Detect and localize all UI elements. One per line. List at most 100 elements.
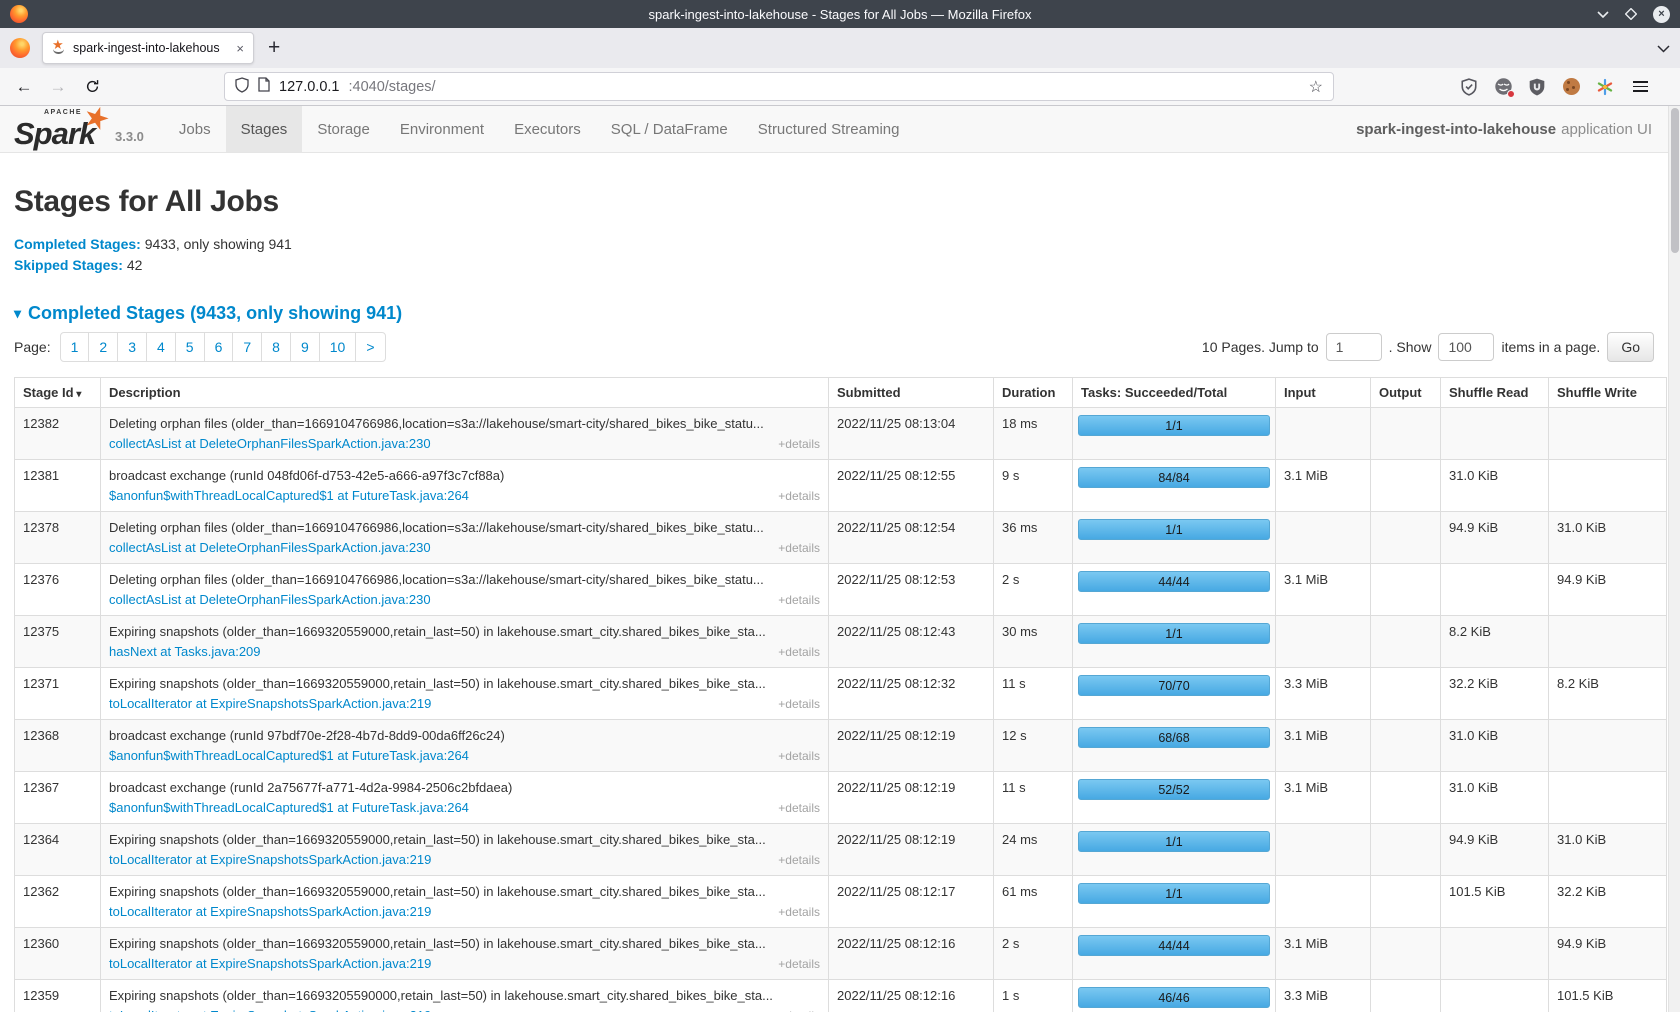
page-button-3[interactable]: 3	[117, 332, 147, 362]
details-toggle[interactable]: +details	[778, 437, 820, 451]
column-header-input[interactable]: Input	[1276, 378, 1371, 408]
stage-description: Expiring snapshots (older_than=166932055…	[109, 936, 820, 951]
duration-cell: 18 ms	[994, 408, 1073, 460]
bookmark-star-icon[interactable]: ☆	[1309, 77, 1323, 97]
nav-item-sql-dataframe[interactable]: SQL / DataFrame	[596, 106, 743, 152]
details-toggle[interactable]: +details	[778, 749, 820, 763]
page-button-7[interactable]: 7	[232, 332, 262, 362]
details-toggle[interactable]: +details	[778, 489, 820, 503]
extension-shield-check-icon[interactable]	[1458, 76, 1480, 98]
input-cell: 3.3 MiB	[1276, 980, 1371, 1012]
stage-callsite-link[interactable]: $anonfun$withThreadLocalCaptured$1 at Fu…	[109, 800, 469, 815]
tab-close-icon[interactable]: ×	[234, 41, 244, 56]
tasks-cell: 46/46	[1073, 980, 1276, 1012]
details-toggle[interactable]: +details	[778, 593, 820, 607]
sort-desc-arrow-icon: ▾	[74, 389, 82, 400]
details-toggle[interactable]: +details	[778, 541, 820, 555]
spark-version: 3.3.0	[115, 129, 144, 149]
stage-callsite-link[interactable]: toLocalIterator at ExpireSnapshotsSparkA…	[109, 852, 431, 867]
column-header-tasks-succeeded-total[interactable]: Tasks: Succeeded/Total	[1073, 378, 1276, 408]
nav-item-executors[interactable]: Executors	[499, 106, 596, 152]
next-page-button[interactable]: >	[355, 332, 385, 362]
stage-callsite-link[interactable]: toLocalIterator at ExpireSnapshotsSparkA…	[109, 1008, 431, 1012]
page-button-1[interactable]: 1	[60, 332, 90, 362]
stage-callsite-link[interactable]: hasNext at Tasks.java:209	[109, 644, 261, 659]
column-header-output[interactable]: Output	[1371, 378, 1441, 408]
duration-cell: 11 s	[994, 772, 1073, 824]
page-button-2[interactable]: 2	[88, 332, 118, 362]
tracking-shield-icon[interactable]	[235, 77, 249, 97]
back-button[interactable]: ←	[10, 73, 38, 101]
go-button[interactable]: Go	[1607, 332, 1654, 362]
window-maximize-button[interactable]	[1625, 8, 1637, 20]
stage-callsite-link[interactable]: collectAsList at DeleteOrphanFilesSparkA…	[109, 436, 431, 451]
table-row: 12371Expiring snapshots (older_than=1669…	[15, 668, 1667, 720]
spark-brand-logo[interactable]: ★ APACHE Spark 3.3.0	[14, 106, 150, 152]
tasks-progress-bar: 84/84	[1078, 467, 1270, 488]
scrollbar-thumb[interactable]	[1671, 108, 1679, 253]
colorful-asterisk-icon[interactable]	[1594, 76, 1616, 98]
stage-callsite-link[interactable]: collectAsList at DeleteOrphanFilesSparkA…	[109, 592, 431, 607]
column-header-description[interactable]: Description	[101, 378, 829, 408]
details-toggle[interactable]: +details	[778, 697, 820, 711]
browser-tab[interactable]: ★ spark-ingest-into-lakehous ×	[42, 32, 254, 64]
column-header-duration[interactable]: Duration	[994, 378, 1073, 408]
url-path: :4040/stages/	[348, 79, 435, 95]
hamburger-menu-icon[interactable]	[1628, 76, 1652, 98]
stage-callsite-link[interactable]: collectAsList at DeleteOrphanFilesSparkA…	[109, 540, 431, 555]
column-header-shuffle-read[interactable]: Shuffle Read	[1441, 378, 1549, 408]
completed-stages-section-toggle[interactable]: ▾ Completed Stages (9433, only showing 9…	[14, 303, 1654, 324]
window-minimize-button[interactable]	[1597, 10, 1609, 18]
ublock-shield-icon[interactable]	[1526, 76, 1548, 98]
page-info-icon[interactable]	[258, 77, 270, 96]
shuffle-write-cell: 94.9 KiB	[1549, 928, 1667, 980]
nav-item-storage[interactable]: Storage	[302, 106, 385, 152]
stage-callsite-link[interactable]: toLocalIterator at ExpireSnapshotsSparkA…	[109, 696, 431, 711]
section-title: Completed Stages (9433, only showing 941…	[28, 303, 402, 324]
reload-button[interactable]	[78, 73, 106, 101]
nav-item-environment[interactable]: Environment	[385, 106, 499, 152]
nav-item-structured-streaming[interactable]: Structured Streaming	[743, 106, 915, 152]
page-button-5[interactable]: 5	[175, 332, 205, 362]
stage-callsite-link[interactable]: $anonfun$withThreadLocalCaptured$1 at Fu…	[109, 488, 469, 503]
submitted-cell: 2022/11/25 08:12:17	[829, 876, 994, 928]
shuffle-read-cell: 31.0 KiB	[1441, 720, 1549, 772]
cookie-icon[interactable]	[1560, 76, 1582, 98]
page-button-4[interactable]: 4	[146, 332, 176, 362]
output-cell	[1371, 616, 1441, 668]
firefox-logo-icon	[10, 5, 28, 23]
stage-callsite-link[interactable]: toLocalIterator at ExpireSnapshotsSparkA…	[109, 956, 431, 971]
tasks-cell: 1/1	[1073, 408, 1276, 460]
stage-callsite-link[interactable]: toLocalIterator at ExpireSnapshotsSparkA…	[109, 904, 431, 919]
details-toggle[interactable]: +details	[778, 905, 820, 919]
tasks-progress-bar: 1/1	[1078, 623, 1270, 644]
nav-item-jobs[interactable]: Jobs	[164, 106, 226, 152]
page-button-8[interactable]: 8	[261, 332, 291, 362]
extension-mask-icon[interactable]	[1492, 76, 1514, 98]
vertical-scrollbar[interactable]	[1668, 106, 1680, 1012]
column-header-stage-id[interactable]: Stage Id ▾	[15, 378, 101, 408]
column-header-shuffle-write[interactable]: Shuffle Write	[1549, 378, 1667, 408]
tab-list-chevron-icon[interactable]	[1657, 44, 1670, 53]
stage-description: Expiring snapshots (older_than=166932055…	[109, 676, 820, 691]
stage-id-cell: 12360	[15, 928, 101, 980]
column-header-submitted[interactable]: Submitted	[829, 378, 994, 408]
skipped-stages-link[interactable]: Skipped Stages:	[14, 257, 123, 273]
details-toggle[interactable]: +details	[778, 853, 820, 867]
page-button-9[interactable]: 9	[290, 332, 320, 362]
nav-item-stages[interactable]: Stages	[226, 106, 303, 152]
url-bar[interactable]: 127.0.0.1:4040/stages/ ☆	[224, 72, 1334, 101]
completed-stages-link[interactable]: Completed Stages:	[14, 236, 141, 252]
window-close-button[interactable]: ×	[1653, 6, 1670, 23]
new-tab-button[interactable]: +	[268, 36, 280, 60]
details-toggle[interactable]: +details	[778, 957, 820, 971]
page-button-6[interactable]: 6	[204, 332, 234, 362]
details-toggle[interactable]: +details	[778, 801, 820, 815]
page-button-10[interactable]: 10	[319, 332, 357, 362]
items-per-page-input[interactable]	[1438, 333, 1494, 361]
details-toggle[interactable]: +details	[778, 645, 820, 659]
firefox-view-icon[interactable]	[10, 38, 30, 58]
stage-callsite-link[interactable]: $anonfun$withThreadLocalCaptured$1 at Fu…	[109, 748, 469, 763]
spark-nav-items: JobsStagesStorageEnvironmentExecutorsSQL…	[164, 106, 915, 152]
jump-to-page-input[interactable]	[1326, 333, 1382, 361]
